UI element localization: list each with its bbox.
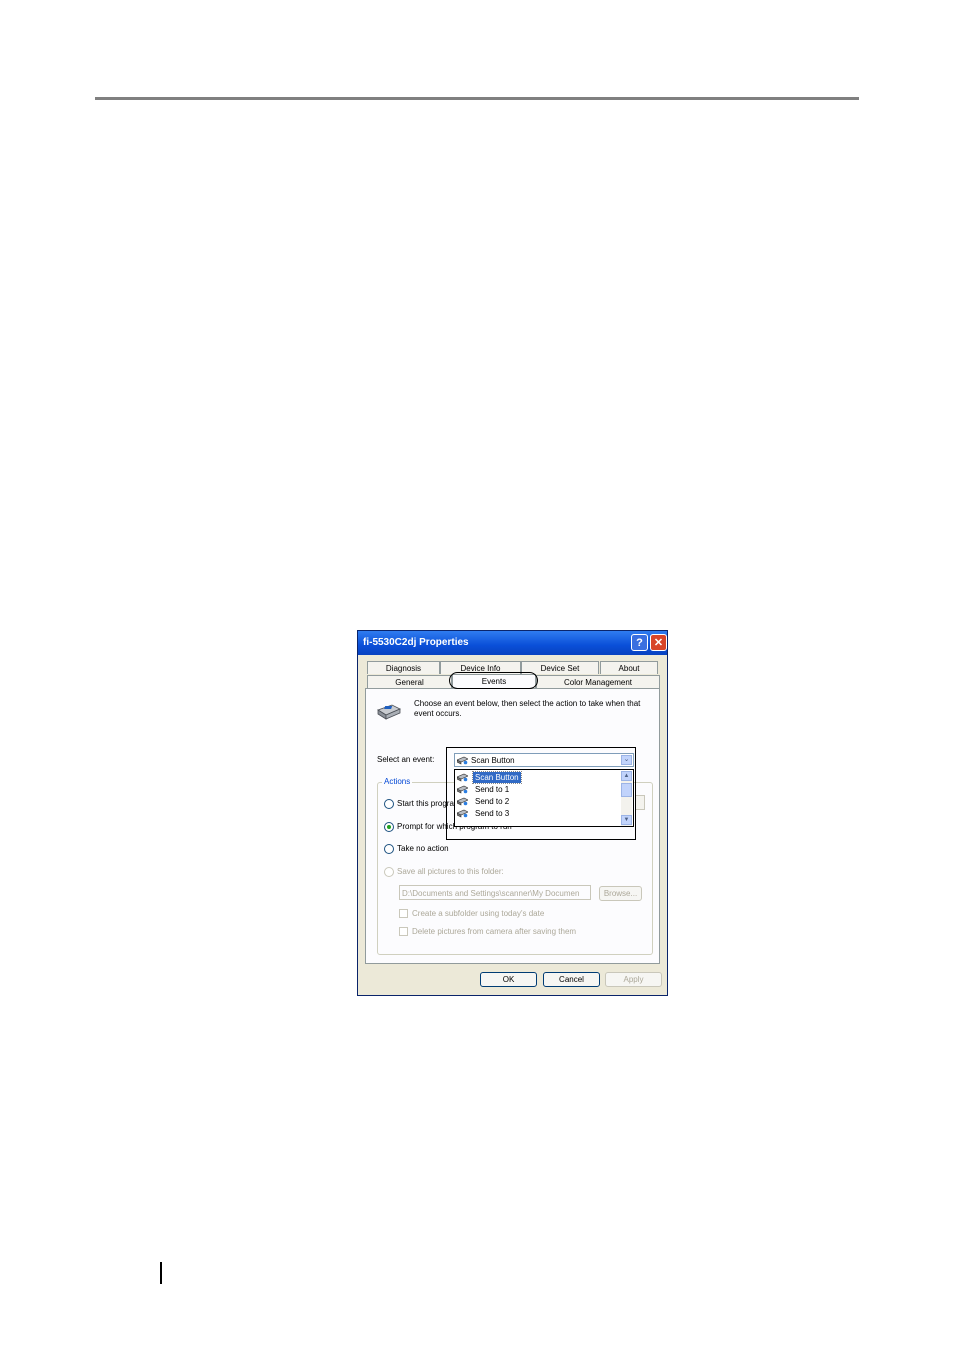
cancel-button[interactable]: Cancel: [543, 972, 600, 987]
scanner-small-icon: [457, 797, 468, 806]
event-dropdown-list: Scan Button Send to 1 Send to 2 Send to …: [454, 769, 634, 827]
tab-color-management[interactable]: Color Management: [536, 675, 660, 688]
start-program-radio[interactable]: [384, 799, 394, 809]
header-rule: [95, 97, 859, 100]
tab-device-info[interactable]: Device Info: [440, 661, 521, 674]
list-item[interactable]: Send to 2: [457, 796, 617, 807]
tab-events[interactable]: Events: [452, 674, 536, 689]
browse-button[interactable]: Browse...: [599, 886, 642, 901]
program-select-arrow[interactable]: [635, 795, 645, 810]
margin-bar: [160, 1262, 162, 1284]
list-scrollbar[interactable]: ▲ ▼: [621, 771, 632, 826]
scanner-small-icon: [457, 785, 468, 794]
description-line-1: Choose an event below, then select the a…: [414, 699, 641, 708]
apply-button[interactable]: Apply: [605, 972, 662, 987]
close-button[interactable]: ✕: [650, 634, 667, 651]
title-bar[interactable]: fi-5530C2dj Properties ? ✕: [358, 631, 667, 655]
create-subfolder-checkbox[interactable]: [399, 909, 408, 918]
list-item-label: Send to 3: [475, 809, 510, 818]
scroll-up-icon[interactable]: ▲: [621, 771, 632, 781]
scanner-small-icon: [457, 756, 468, 765]
prompt-program-radio[interactable]: [384, 822, 394, 832]
list-item[interactable]: Send to 3: [457, 808, 617, 819]
list-item[interactable]: Send to 1: [457, 784, 617, 795]
actions-legend: Actions: [382, 777, 413, 786]
tab-device-set[interactable]: Device Set: [521, 661, 599, 674]
no-action-radio[interactable]: [384, 844, 394, 854]
delete-pictures-label[interactable]: Delete pictures from camera after saving…: [412, 927, 576, 936]
scroll-thumb[interactable]: [621, 783, 632, 797]
list-item[interactable]: Scan Button: [457, 771, 617, 784]
description-line-2: event occurs.: [414, 709, 462, 718]
list-item-label: Send to 2: [475, 797, 510, 806]
selected-event-text: Scan Button: [471, 756, 515, 765]
delete-pictures-checkbox[interactable]: [399, 927, 408, 936]
event-description: Choose an event below, then select the a…: [414, 699, 654, 719]
list-item-label: Send to 1: [475, 785, 510, 794]
save-pictures-radio[interactable]: [384, 867, 394, 877]
select-event-label: Select an event:: [377, 755, 435, 764]
properties-dialog: fi-5530C2dj Properties ? ✕ Diagnosis Dev…: [357, 630, 668, 996]
save-pictures-label[interactable]: Save all pictures to this folder:: [397, 867, 504, 876]
scanner-small-icon: [457, 809, 468, 818]
start-program-label[interactable]: Start this program: [397, 799, 461, 808]
list-item-label: Scan Button: [472, 771, 522, 784]
event-select[interactable]: Scan Button ⌄: [454, 753, 634, 767]
help-button[interactable]: ?: [631, 634, 648, 651]
scroll-down-icon[interactable]: ▼: [621, 815, 632, 825]
tab-about[interactable]: About: [600, 661, 658, 674]
tab-diagnosis[interactable]: Diagnosis: [367, 661, 440, 674]
folder-path-value: D:\Documents and Settings\scanner\My Doc…: [402, 889, 580, 898]
dialog-title: fi-5530C2dj Properties: [363, 637, 469, 648]
scanner-small-icon: [457, 773, 468, 782]
create-subfolder-label[interactable]: Create a subfolder using today's date: [412, 909, 544, 918]
folder-path-field[interactable]: D:\Documents and Settings\scanner\My Doc…: [399, 885, 591, 900]
ok-button[interactable]: OK: [480, 972, 537, 987]
no-action-label[interactable]: Take no action: [397, 844, 449, 853]
tab-general[interactable]: General: [367, 675, 452, 688]
scanner-icon: [377, 704, 401, 720]
chevron-down-icon[interactable]: ⌄: [621, 755, 632, 765]
